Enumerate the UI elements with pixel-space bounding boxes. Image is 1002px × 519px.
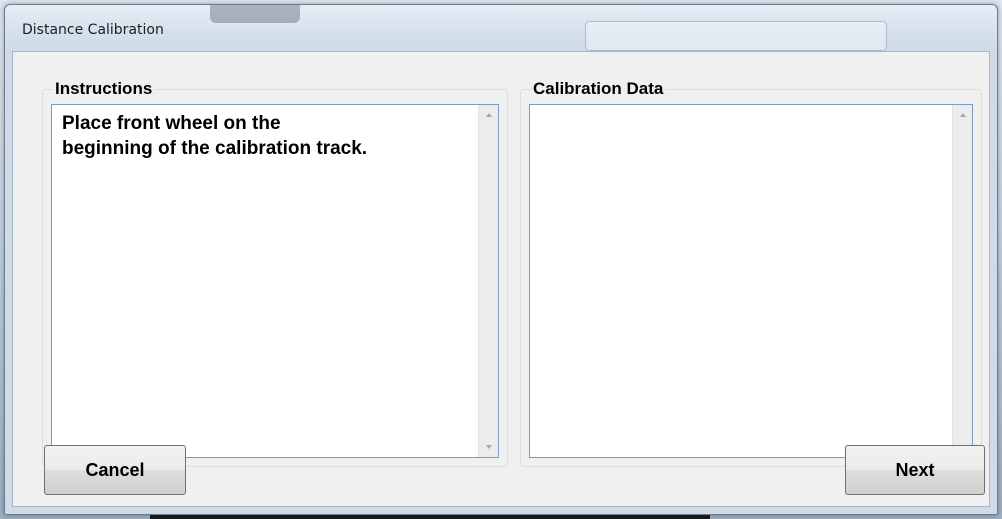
chevron-up-icon [485,113,492,117]
calibration-data-group: Calibration Data [520,79,982,467]
instructions-label: Instructions [53,79,155,99]
calibration-data-scrollbar[interactable] [952,105,972,457]
window-title: Distance Calibration [22,22,164,38]
distance-calibration-dialog: Distance Calibration Instructions Place … [4,4,998,515]
scroll-up-button[interactable] [953,106,972,124]
next-button[interactable]: Next [845,445,985,495]
instructions-scrollbar[interactable] [478,105,498,457]
dialog-client-area: Instructions Place front wheel on the be… [12,51,990,507]
chevron-down-icon [485,445,492,449]
scroll-up-button[interactable] [479,106,498,124]
title-bar[interactable]: Distance Calibration [5,5,997,51]
cancel-button[interactable]: Cancel [44,445,186,495]
instructions-text: Place front wheel on the beginning of th… [62,113,368,159]
background-window-ghost [210,5,300,23]
instructions-group: Instructions Place front wheel on the be… [42,79,508,467]
background-window-ghost [585,21,887,51]
chevron-up-icon [959,113,966,117]
calibration-data-label: Calibration Data [531,79,666,99]
calibration-data-textbox[interactable] [529,104,973,458]
instructions-textbox[interactable]: Place front wheel on the beginning of th… [51,104,499,458]
scroll-down-button[interactable] [479,438,498,456]
